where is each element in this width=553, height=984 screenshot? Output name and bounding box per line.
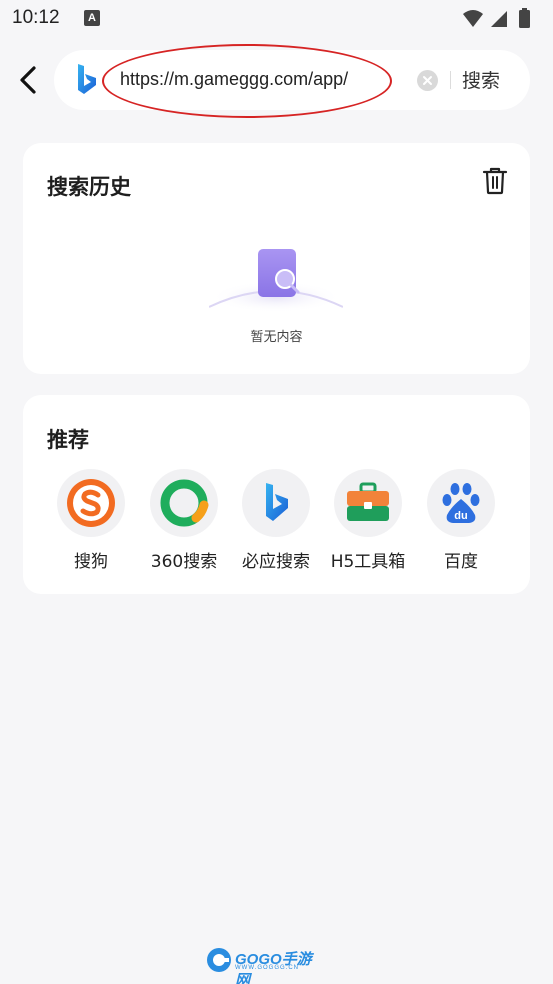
signal-icon xyxy=(491,11,507,27)
trash-icon[interactable] xyxy=(482,167,508,195)
recommend-card: 推荐 搜狗 360搜索 必应搜索 H5工具箱 du 百度 xyxy=(23,395,530,594)
back-arrow-icon[interactable] xyxy=(14,64,46,96)
360-search-icon xyxy=(150,469,218,537)
recommend-label: 搜狗 xyxy=(74,552,108,572)
baidu-icon: du xyxy=(427,469,495,537)
search-history-card: 搜索历史 暂无内容 xyxy=(23,143,530,374)
recommend-item-baidu[interactable]: du 百度 xyxy=(411,469,511,572)
divider xyxy=(450,71,451,89)
recommend-item-360[interactable]: 360搜索 xyxy=(134,469,234,572)
sogou-icon xyxy=(57,469,125,537)
status-bar: 10:12 A xyxy=(0,0,553,38)
recommend-title: 推荐 xyxy=(47,428,89,452)
history-title: 搜索历史 xyxy=(47,175,131,199)
watermark-icon xyxy=(207,948,231,972)
notification-icon: A xyxy=(84,10,100,26)
recommend-label: H5工具箱 xyxy=(330,552,406,572)
status-time: 10:12 xyxy=(12,7,60,28)
recommend-label: 必应搜索 xyxy=(242,552,310,572)
search-bar[interactable]: https://m.gameggg.com/app/ 搜索 xyxy=(54,44,530,118)
recommend-label: 百度 xyxy=(444,552,478,572)
recommend-item-h5-toolbox[interactable]: H5工具箱 xyxy=(318,469,418,572)
bing-icon xyxy=(78,64,96,94)
watermark-domain: WWW.GOGGG.CN xyxy=(235,965,299,971)
bing-icon xyxy=(242,469,310,537)
empty-state-icon xyxy=(209,249,343,313)
search-button[interactable]: 搜索 xyxy=(462,66,500,93)
clear-input-icon[interactable] xyxy=(417,70,438,91)
svg-text:du: du xyxy=(454,510,467,522)
system-status-icons xyxy=(463,8,530,28)
wifi-icon xyxy=(463,10,483,27)
watermark-logo: GOGO手游网 WWW.GOGGG.CN xyxy=(205,946,317,984)
recommend-item-bing[interactable]: 必应搜索 xyxy=(226,469,326,572)
toolbox-icon xyxy=(334,469,402,537)
recommend-item-sogou[interactable]: 搜狗 xyxy=(41,469,141,572)
recommend-label: 360搜索 xyxy=(150,552,218,572)
battery-icon xyxy=(519,10,530,28)
empty-state-text: 暂无内容 xyxy=(250,330,303,345)
url-input[interactable]: https://m.gameggg.com/app/ xyxy=(120,69,348,90)
